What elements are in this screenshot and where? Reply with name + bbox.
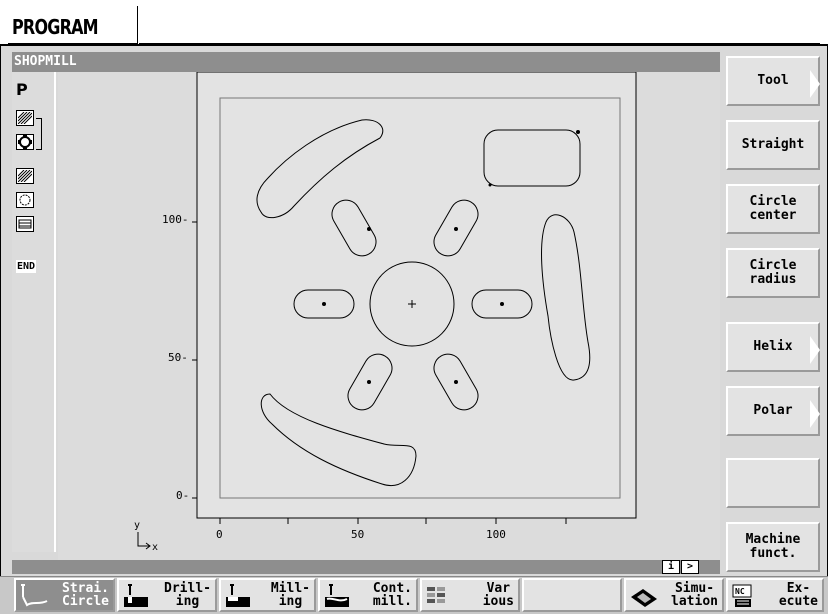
circle-contour-icon[interactable] <box>16 192 34 208</box>
x-tick-label: 50 <box>351 528 365 541</box>
contour-graphic <box>137 71 637 550</box>
x-tick-label: 100 <box>486 528 506 541</box>
contour-icon[interactable] <box>16 134 34 150</box>
next-icon[interactable]: > <box>681 560 699 574</box>
execute-softkey[interactable]: NC Ex- ecute <box>726 578 824 612</box>
various-softkey[interactable]: Var ious <box>420 578 520 612</box>
axis-y-label: y <box>134 520 141 531</box>
machine-funct-softkey[interactable]: Machine funct. <box>726 522 820 572</box>
slot-center-point <box>500 302 504 306</box>
drilling-icon <box>124 584 148 607</box>
title-box: PROGRAM <box>8 6 138 44</box>
circle-radius-softkey[interactable]: Circle radius <box>726 248 820 298</box>
program-header-label: P <box>16 80 28 99</box>
slot-center-point <box>454 380 458 384</box>
svg-text:NC: NC <box>735 587 745 596</box>
milling-icon <box>226 584 250 607</box>
info-buttons: i > <box>662 560 700 574</box>
helix-softkey[interactable]: Helix <box>726 322 820 372</box>
pocket-point <box>488 183 492 187</box>
contour-milling-icon <box>325 584 349 607</box>
y-tick-label: 50- <box>168 351 188 364</box>
slot-center-point <box>454 227 458 231</box>
contour-milling-softkey[interactable]: Cont. mill. <box>318 578 418 612</box>
empty-softkey[interactable] <box>726 458 820 508</box>
graphic-view: 100- 50- 0- 0 50 100 y x <box>58 71 720 560</box>
pocket-corner-point <box>576 130 580 134</box>
contour-path-icon <box>21 584 48 607</box>
coordinate-axes-icon <box>137 532 151 550</box>
x-tick-label: 0 <box>216 528 223 541</box>
program-end-label: END <box>16 260 37 273</box>
nc-execute-icon: NC <box>732 584 752 607</box>
strai-circle-softkey[interactable]: Strai. Circle <box>14 578 115 612</box>
title-area <box>139 6 820 44</box>
y-tick-label: 100- <box>162 213 189 226</box>
title-bar: PROGRAM <box>0 0 828 46</box>
arrow-icon <box>810 400 820 428</box>
milling-pattern-icon[interactable] <box>16 168 34 184</box>
status-bar <box>12 560 720 574</box>
page-title: PROGRAM <box>12 15 99 39</box>
simulation-icon <box>631 589 657 607</box>
empty-horizontal-softkey[interactable] <box>522 578 622 612</box>
arrow-icon <box>810 336 820 364</box>
mode-bar: SHOPMILL <box>12 52 720 72</box>
y-tick-label: 0- <box>176 489 190 502</box>
simulation-softkey[interactable]: Simu- lation <box>624 578 724 612</box>
milling-pattern-icon[interactable] <box>16 110 34 126</box>
straight-softkey[interactable]: Straight <box>726 120 820 170</box>
circle-center-softkey[interactable]: Circle center <box>726 184 820 234</box>
slot-center-point <box>322 302 326 306</box>
step-bracket <box>36 118 42 150</box>
polar-softkey[interactable]: Polar <box>726 386 820 436</box>
various-icon <box>427 587 445 603</box>
drilling-softkey[interactable]: Drill- ing <box>117 578 217 612</box>
tool-softkey[interactable]: Tool <box>726 56 820 106</box>
arrow-icon <box>810 70 820 98</box>
workpiece-blank <box>196 71 637 519</box>
axis-x-label: x <box>152 542 159 553</box>
slot-center-point <box>367 227 371 231</box>
slot-center-point <box>367 380 371 384</box>
program-steps-strip: P END <box>12 72 56 552</box>
info-icon[interactable]: i <box>662 560 680 574</box>
rectangle-pocket-icon[interactable] <box>16 216 34 232</box>
milling-softkey[interactable]: Mill- ing <box>219 578 316 612</box>
